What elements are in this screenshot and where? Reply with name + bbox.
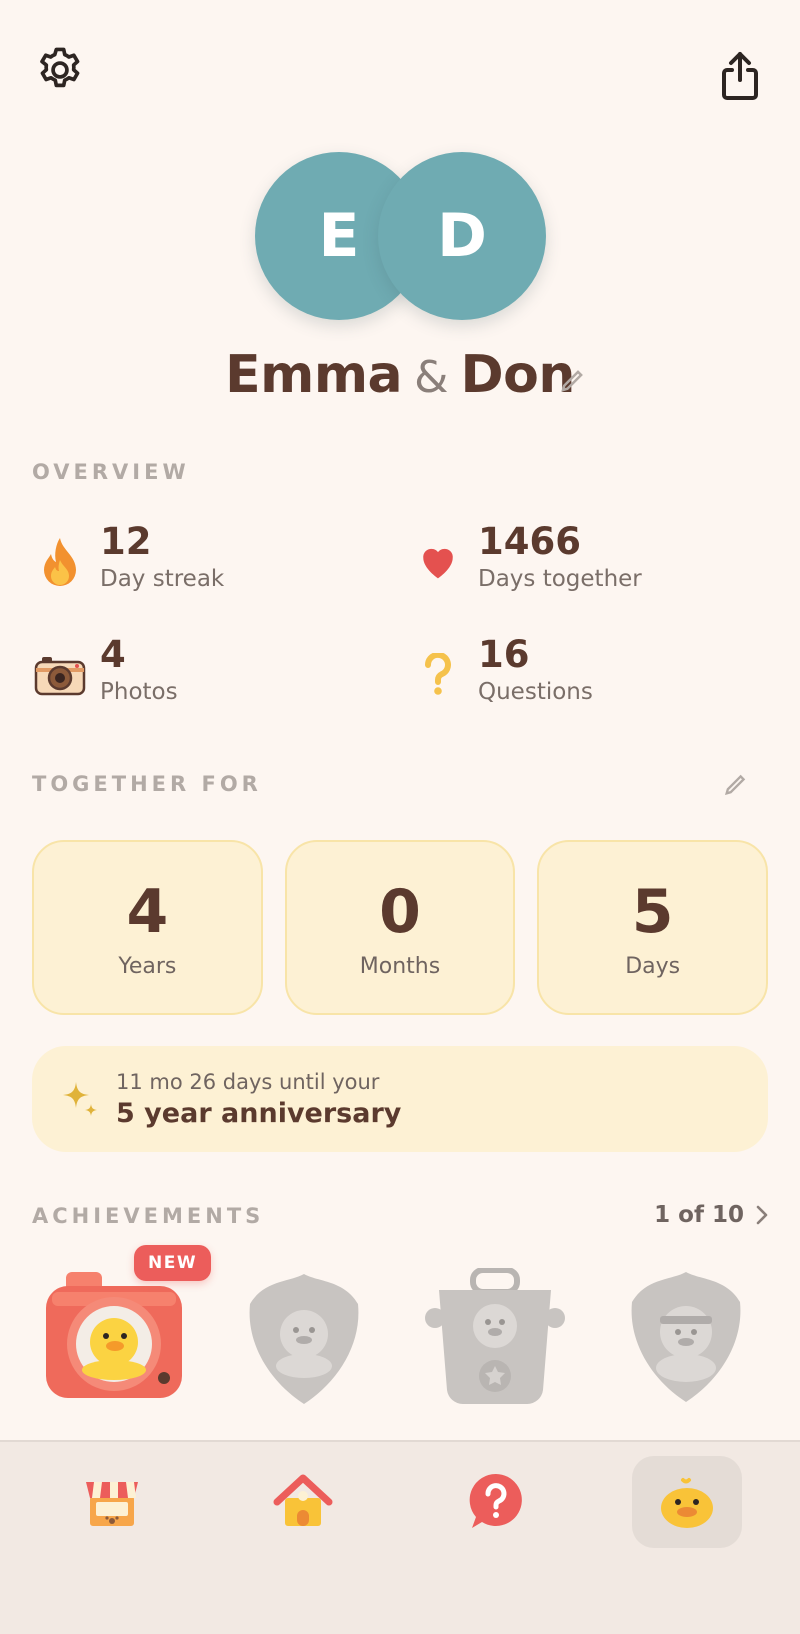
partner-name: Emma <box>225 345 403 405</box>
tab-questions[interactable] <box>441 1456 551 1548</box>
top-bar <box>30 40 770 100</box>
gear-icon <box>40 47 80 88</box>
edit-date-button[interactable] <box>722 770 750 802</box>
stat-label: Days together <box>478 566 642 592</box>
tab-shop[interactable] <box>57 1456 167 1548</box>
anniversary-banner[interactable]: 11 mo 26 days until your 5 year annivers… <box>32 1046 768 1152</box>
sparkle-icon <box>54 1073 106 1125</box>
years-card: 4 Years <box>32 840 263 1015</box>
avatar[interactable]: D <box>378 152 546 320</box>
couple-avatars: E D <box>0 152 800 322</box>
couple-names: Emma & Don <box>0 345 800 405</box>
stat-label: Questions <box>478 679 593 705</box>
card-unit: Years <box>118 954 177 979</box>
ampersand: & <box>414 352 449 403</box>
stat-days-together: 1466 Days together <box>410 520 642 594</box>
chevron-right-icon <box>756 1205 768 1225</box>
share-icon <box>722 52 758 100</box>
anniversary-countdown: 11 mo 26 days until your <box>116 1069 380 1094</box>
stat-value: 16 <box>478 633 530 676</box>
duck-icon <box>661 1478 713 1528</box>
share-button[interactable] <box>710 46 770 106</box>
shop-icon <box>86 1482 138 1526</box>
pencil-icon <box>724 774 746 796</box>
stat-questions: 16 Questions <box>410 633 593 707</box>
bottom-tab-bar <box>0 1440 800 1634</box>
question-icon <box>410 647 466 703</box>
stat-day-streak: 12 Day streak <box>32 520 224 594</box>
stat-label: Day streak <box>100 566 225 592</box>
tab-profile[interactable] <box>632 1456 742 1548</box>
locked-badge[interactable] <box>425 1267 575 1428</box>
overview-label: OVERVIEW <box>32 460 190 484</box>
fire-icon <box>32 534 88 590</box>
camera-icon <box>32 647 88 703</box>
card-unit: Days <box>625 954 681 979</box>
new-badge-tag: NEW <box>134 1245 212 1281</box>
achievements-count: 1 of 10 <box>654 1202 744 1228</box>
tab-home[interactable] <box>248 1456 358 1548</box>
stat-value: 1466 <box>478 520 581 563</box>
card-value: 5 <box>631 877 674 947</box>
locked-badge[interactable] <box>626 1268 776 1428</box>
card-value: 4 <box>126 877 169 947</box>
together-cards: 4 Years 0 Months 5 Days <box>32 840 769 1015</box>
achievements-count-link[interactable]: 1 of 10 <box>654 1202 770 1228</box>
settings-button[interactable] <box>30 40 90 100</box>
achievements-label: ACHIEVEMENTS <box>32 1204 265 1228</box>
edit-names-button[interactable] <box>558 365 588 399</box>
stat-photos: 4 Photos <box>32 633 178 707</box>
question-bubble-icon <box>469 1473 522 1528</box>
days-card: 5 Days <box>537 840 769 1015</box>
heart-icon <box>410 534 466 590</box>
pencil-icon <box>561 370 583 392</box>
stat-value: 12 <box>100 520 152 563</box>
anniversary-title: 5 year anniversary <box>116 1097 402 1129</box>
stat-label: Photos <box>100 679 178 705</box>
card-value: 0 <box>379 877 421 947</box>
home-icon <box>273 1474 333 1526</box>
months-card: 0 Months <box>284 840 516 1015</box>
card-unit: Months <box>359 954 441 979</box>
locked-badge[interactable] <box>244 1270 394 1430</box>
together-for-label: TOGETHER FOR <box>32 772 262 796</box>
stat-value: 4 <box>100 633 126 676</box>
camera-duck-badge[interactable] <box>44 1270 194 1430</box>
